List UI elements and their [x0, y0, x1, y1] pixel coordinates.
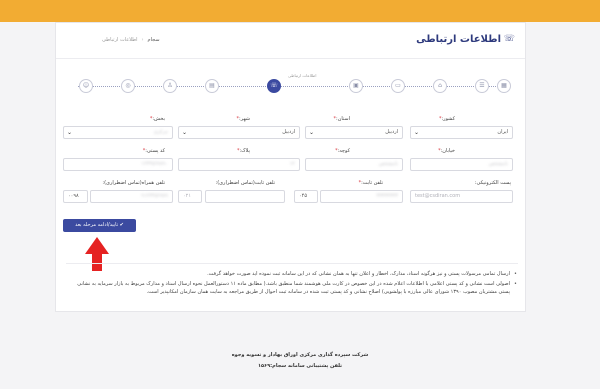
annotation-arrow-head	[85, 237, 109, 254]
user-circle-icon[interactable]: ☺	[79, 79, 93, 93]
emergency-mobile-label: تلفن همراه(تماس اضطراری):	[102, 180, 165, 186]
person-icon[interactable]: ♙	[163, 79, 177, 93]
plaque-input[interactable]: ۱۲	[178, 158, 300, 171]
file-list-icon[interactable]: ☰	[475, 79, 489, 93]
page-title: اطلاعات ارتباطی	[416, 34, 501, 45]
district-label: بخش:*	[149, 116, 165, 122]
emergency-mobile-input[interactable]: ۹۱۲۳۴۵۶۷۸۹	[90, 190, 173, 203]
submit-button[interactable]: ✔ تایید/ادامه مرحله بعد	[63, 219, 136, 232]
phone-icon[interactable]: ☏	[267, 79, 281, 93]
city-select[interactable]: اردبیل ⌄	[178, 126, 300, 139]
current-step-label: اطلاعات ارتباطی	[288, 73, 317, 78]
target-icon[interactable]: ◎	[121, 79, 135, 93]
country-label: کشور:*	[438, 116, 455, 122]
chevron-down-icon: ⌄	[309, 129, 315, 136]
emergency-mobile-prefix[interactable]: ۰۰۹۸	[63, 190, 88, 203]
country-select[interactable]: ایران ⌄	[410, 126, 513, 139]
fixed-phone-label: تلفن ثابت:*	[358, 180, 383, 186]
postal-code-label: کد پستی:*	[142, 148, 165, 154]
fixed-phone-prefix[interactable]: ۰۴۵	[294, 190, 318, 203]
footer: شرکت سپرده گذاری مرکزی اوراق بهادار و تس…	[0, 352, 600, 369]
footer-company: شرکت سپرده گذاری مرکزی اوراق بهادار و تس…	[231, 352, 369, 358]
chevron-down-icon: ⌄	[67, 129, 73, 136]
breadcrumb: سجام‹اطلاعات ارتباطی	[102, 37, 160, 43]
page-header: ☏ اطلاعات ارتباطی سجام‹اطلاعات ارتباطی	[56, 23, 525, 59]
bank-card-icon[interactable]: ▭	[391, 79, 405, 93]
briefcase-icon[interactable]: ▣	[349, 79, 363, 93]
email-label: پست الکترونیکی:	[474, 180, 511, 186]
phone-icon: ☏	[503, 34, 515, 44]
bank-icon[interactable]: ⌂	[433, 79, 447, 93]
province-select[interactable]: اردبیل ⌄	[305, 126, 403, 139]
fixed-phone-input[interactable]: ۳۳۳۳۳۳۳۳	[320, 190, 403, 203]
street-input[interactable]: نامشخص	[410, 158, 513, 171]
street-label: خیابان:*	[438, 148, 455, 154]
emergency-fixed-phone-prefix[interactable]: ۰۲۱	[178, 190, 202, 203]
city-label: شهر:*	[236, 116, 250, 122]
top-bar	[0, 0, 600, 22]
check-icon: ✔	[118, 222, 124, 228]
id-card-icon[interactable]: ▤	[205, 79, 219, 93]
alley-label: کوچه:*	[335, 148, 350, 154]
footer-support: تلفن پشتیبانی سامانه سجام:۱۵۶۹	[257, 363, 343, 369]
note-item: ارسال تمامی مرسولات پستی و نیز هرگونه اس…	[66, 270, 518, 278]
postal-code-input[interactable]: ۱۲۳۴۵۶۷۸۹۰	[63, 158, 173, 171]
emergency-fixed-phone-input[interactable]	[205, 190, 285, 203]
note-item: اصولی است نشانی و کد پستی اعلامی با اطلا…	[66, 280, 518, 296]
document-icon[interactable]: ▦	[497, 79, 511, 93]
alley-input[interactable]: نامشخص	[305, 158, 403, 171]
breadcrumb-current: اطلاعات ارتباطی	[102, 37, 138, 43]
chevron-down-icon: ⌄	[414, 129, 420, 136]
province-label: استان:*	[333, 116, 350, 122]
notes-list: ارسال تمامی مرسولات پستی و نیز هرگونه اس…	[66, 263, 518, 298]
emergency-fixed-phone-label: تلفن ثابت(تماس اضطراری):	[215, 180, 276, 186]
email-input[interactable]: test@csdiran.com	[410, 190, 513, 203]
breadcrumb-home[interactable]: سجام	[148, 37, 160, 43]
chevron-down-icon: ⌄	[182, 129, 188, 136]
district-select[interactable]: مرکزی ⌄	[63, 126, 173, 139]
plaque-label: پلاک:*	[236, 148, 250, 154]
main-card: ☏ اطلاعات ارتباطی سجام‹اطلاعات ارتباطی ا…	[55, 22, 526, 312]
